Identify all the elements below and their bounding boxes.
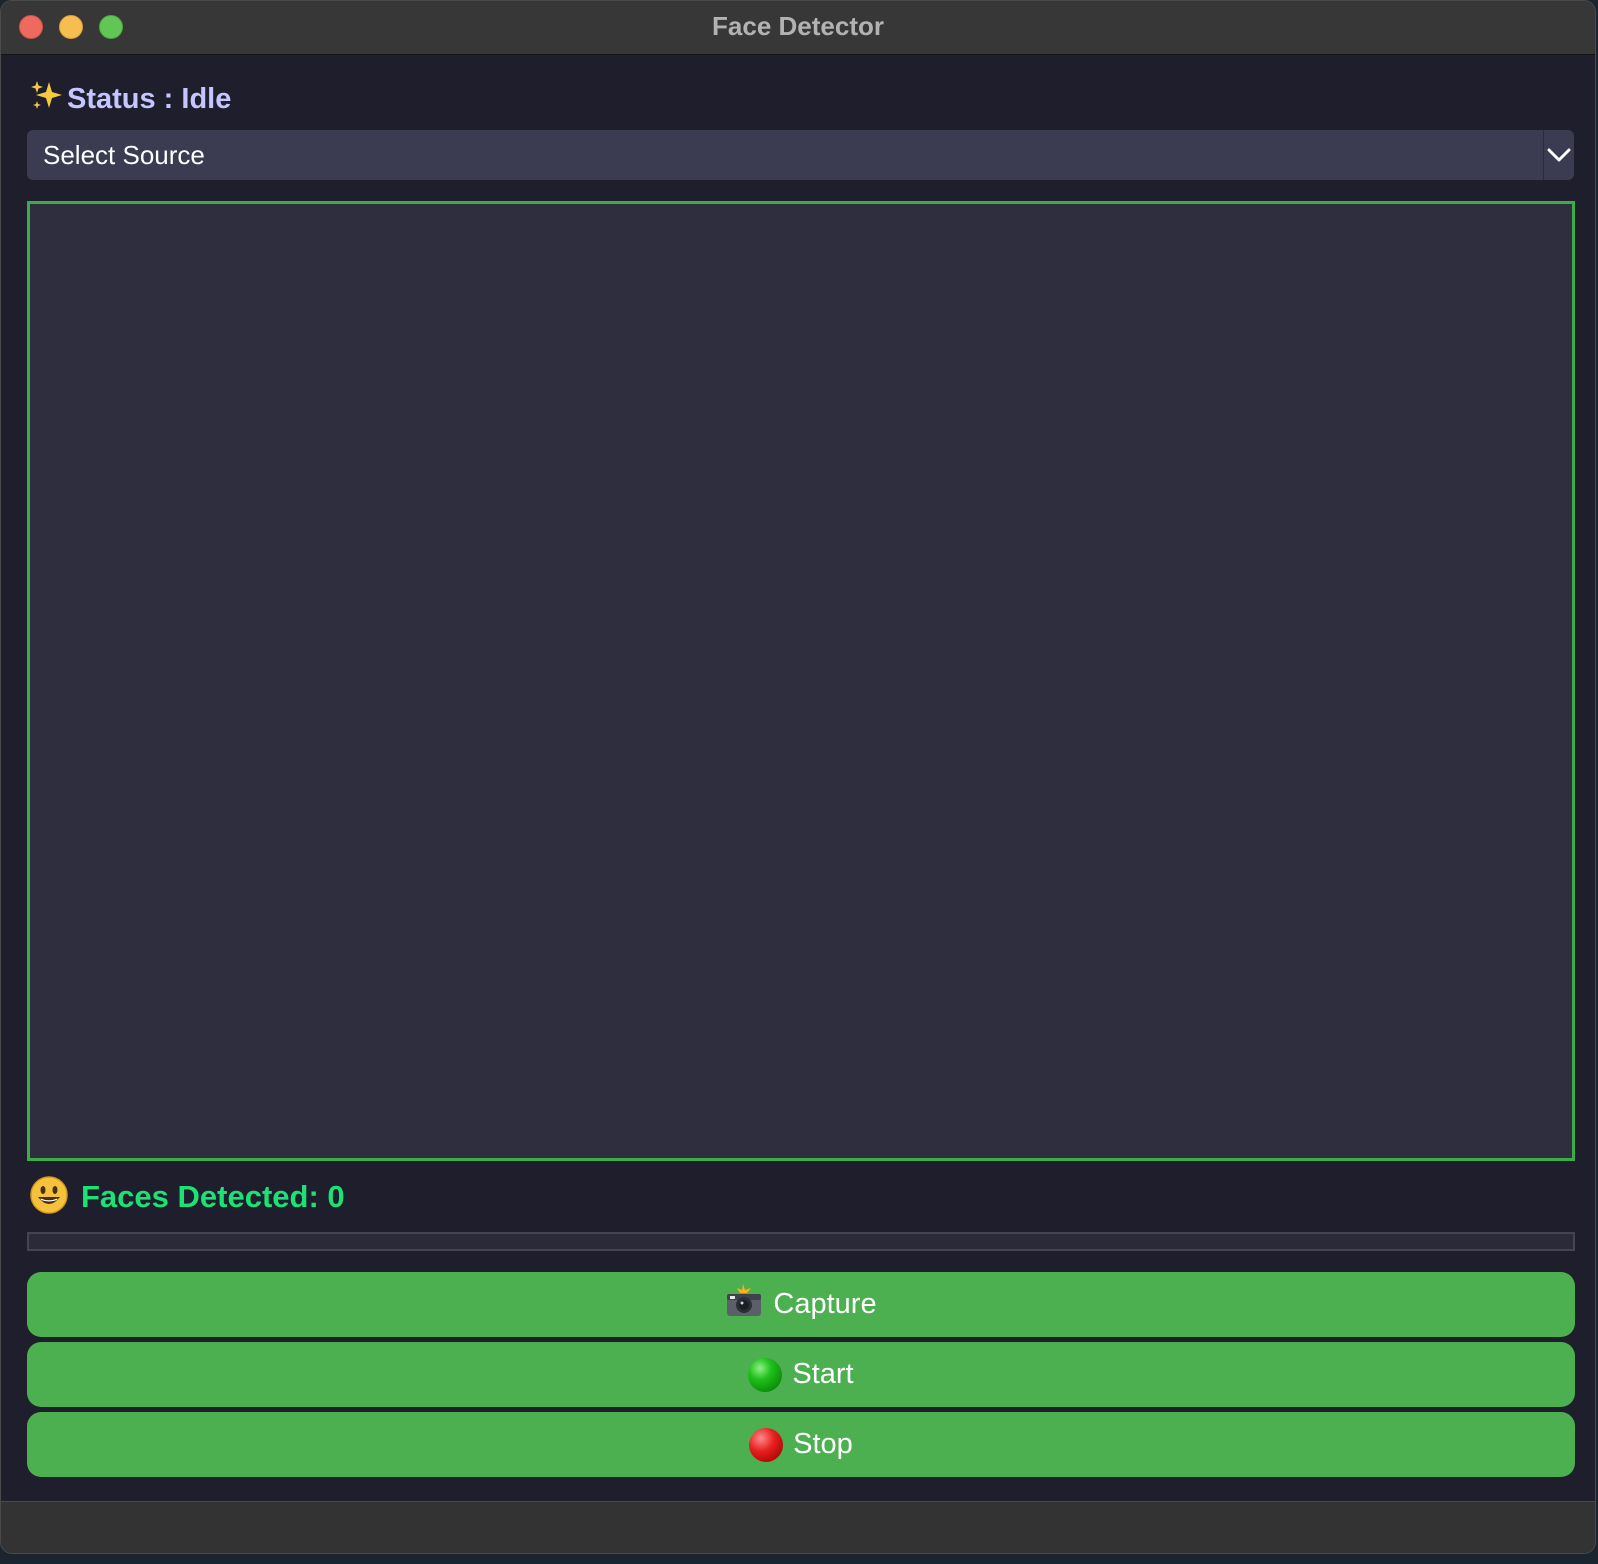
capture-button-label: Capture xyxy=(773,1288,877,1320)
stop-button[interactable]: Stop xyxy=(27,1412,1575,1477)
chevron-down-icon[interactable] xyxy=(1543,130,1574,180)
status-label: Status : Idle xyxy=(67,82,232,115)
app-window: Face Detector Status : Idle Select Sourc… xyxy=(0,0,1596,1554)
stop-button-label: Stop xyxy=(793,1428,853,1460)
source-select[interactable]: Select Source xyxy=(27,130,1574,180)
faces-detected-row: Faces Detected: 0 xyxy=(29,1175,345,1219)
progress-bar xyxy=(27,1232,1575,1251)
source-select-value: Select Source xyxy=(43,140,205,170)
camera-flash-icon xyxy=(725,1283,763,1326)
smiley-face-icon xyxy=(29,1175,69,1220)
title-bar: Face Detector xyxy=(1,1,1595,55)
video-preview xyxy=(27,201,1575,1161)
green-circle-icon xyxy=(748,1357,783,1392)
start-button-label: Start xyxy=(792,1358,854,1390)
status-bar xyxy=(1,1501,1595,1553)
window-title: Face Detector xyxy=(712,11,884,41)
sparkles-icon xyxy=(29,79,63,119)
capture-button[interactable]: Capture xyxy=(27,1272,1575,1337)
red-circle-icon xyxy=(749,1427,784,1462)
faces-detected-label: Faces Detected: 0 xyxy=(81,1179,345,1214)
start-button[interactable]: Start xyxy=(27,1342,1575,1407)
status-row: Status : Idle xyxy=(29,77,231,121)
